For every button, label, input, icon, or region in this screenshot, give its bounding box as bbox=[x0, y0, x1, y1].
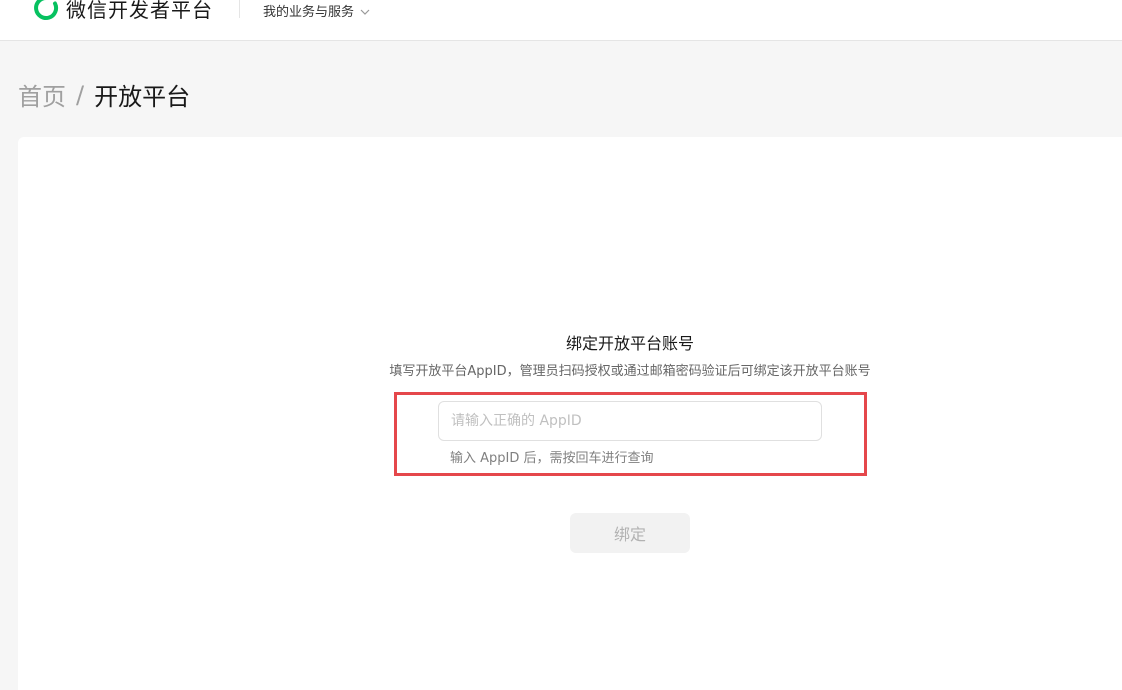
appid-input[interactable] bbox=[438, 401, 822, 441]
bind-button[interactable]: 绑定 bbox=[570, 513, 690, 553]
breadcrumb-separator: / bbox=[76, 80, 85, 109]
app-title: 微信开发者平台 bbox=[66, 0, 213, 22]
top-header: 微信开发者平台 我的业务与服务 bbox=[0, 0, 1122, 41]
bind-title: 绑定开放平台账号 bbox=[565, 334, 694, 353]
appid-input-hint: 输入 AppID 后，需按回车进行查询 bbox=[450, 451, 654, 466]
wechat-ring-logo-icon bbox=[33, 0, 59, 21]
breadcrumb: 首页 / 开放平台 bbox=[18, 77, 190, 112]
bind-description: 填写开放平台AppID，管理员扫码授权或通过邮箱密码验证后可绑定该开放平台账号 bbox=[389, 364, 871, 379]
business-services-menu[interactable]: 我的业务与服务 bbox=[263, 1, 370, 20]
breadcrumb-current: 开放平台 bbox=[94, 83, 191, 111]
chevron-down-icon bbox=[360, 6, 370, 16]
breadcrumb-home-link[interactable]: 首页 bbox=[18, 77, 66, 112]
header-divider bbox=[239, 0, 240, 18]
business-services-label: 我的业务与服务 bbox=[263, 5, 355, 20]
brand-logo[interactable]: 微信开发者平台 bbox=[33, 0, 213, 26]
